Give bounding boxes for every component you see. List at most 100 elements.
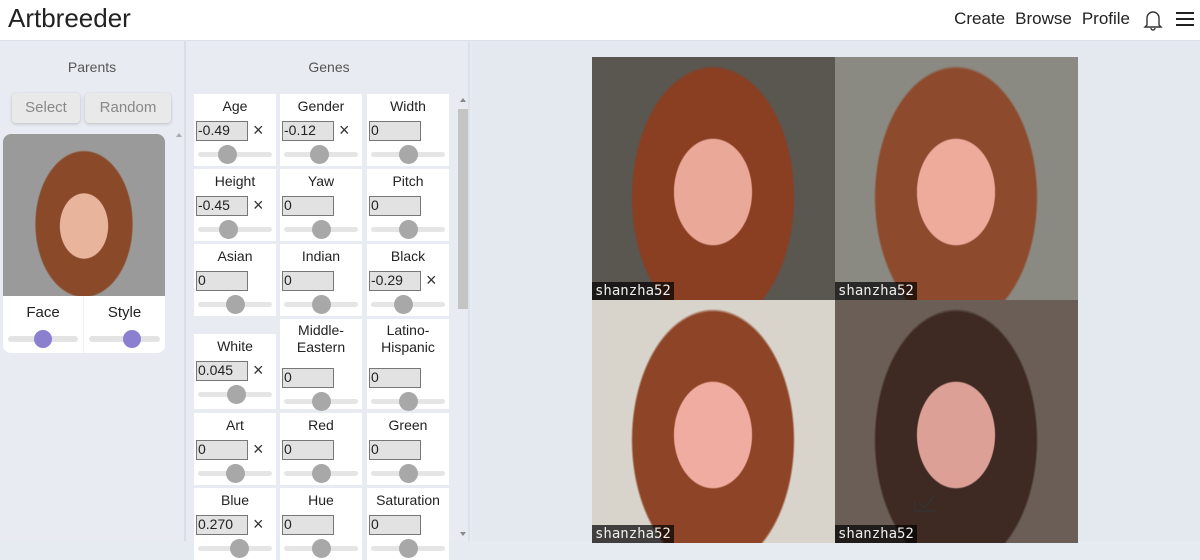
gene-slider[interactable]	[284, 392, 358, 411]
gene-label: Art	[226, 417, 244, 433]
result-image[interactable]: shanzha52	[592, 300, 835, 543]
scroll-up-arrow-icon[interactable]	[175, 132, 183, 138]
scrollbar-thumb[interactable]	[458, 109, 468, 309]
gene-slider[interactable]	[284, 295, 358, 314]
face-slider[interactable]	[8, 330, 78, 348]
nav-profile[interactable]: Profile	[1082, 9, 1130, 29]
gene-value-input[interactable]: 0.045	[196, 361, 248, 381]
gene-slider[interactable]	[371, 220, 445, 239]
gene-value-input[interactable]: -0.12	[282, 121, 334, 141]
scroll-up-arrow-icon[interactable]	[459, 97, 467, 103]
gene-slider-thumb[interactable]	[230, 539, 250, 558]
clear-icon[interactable]: ×	[426, 270, 437, 290]
clear-icon[interactable]: ×	[253, 120, 264, 140]
gene-slider[interactable]	[198, 464, 272, 483]
gene-value-input[interactable]: -0.45	[196, 196, 248, 216]
menu-icon[interactable]	[1176, 11, 1194, 27]
gene-value-input[interactable]: 0	[282, 440, 334, 460]
nav-browse[interactable]: Browse	[1015, 9, 1072, 29]
author-watermark: shanzha52	[835, 282, 917, 300]
style-slider[interactable]	[89, 330, 160, 348]
parent-image[interactable]	[3, 134, 165, 296]
gene-slider[interactable]	[198, 385, 272, 404]
gene-gender: Gender -0.12 ×	[280, 94, 362, 166]
gene-slider[interactable]	[198, 145, 272, 164]
gene-value-input[interactable]: 0	[282, 515, 334, 535]
clear-icon[interactable]: ×	[253, 195, 264, 215]
face-label: Face	[26, 304, 60, 321]
genes-scrollbar[interactable]	[456, 93, 470, 541]
gene-middle-eastern: Middle- Eastern 0	[280, 319, 362, 411]
gene-value-input[interactable]: 0	[282, 368, 334, 388]
gene-slider[interactable]	[284, 539, 358, 558]
gene-value-input[interactable]: 0	[196, 440, 248, 460]
gene-value-input[interactable]: 0	[369, 196, 421, 216]
clear-icon[interactable]: ×	[253, 439, 264, 459]
gene-slider[interactable]	[284, 145, 358, 164]
gene-label: Asian	[217, 248, 253, 264]
gene-saturation: Saturation 0	[367, 488, 449, 560]
gene-value-input[interactable]: 0.270	[196, 515, 248, 535]
clear-icon[interactable]: ×	[253, 360, 264, 380]
scroll-down-arrow-icon[interactable]	[459, 531, 467, 537]
result-image[interactable]: shanzha52	[592, 57, 835, 300]
gene-label: Hue	[308, 492, 334, 508]
gene-value-input[interactable]: 0	[282, 271, 334, 291]
select-button[interactable]: Select	[12, 93, 80, 123]
gene-label: Green	[388, 417, 428, 433]
bell-icon[interactable]	[1143, 9, 1163, 31]
gene-slider[interactable]	[371, 295, 445, 314]
gene-slider-thumb[interactable]	[399, 220, 418, 239]
style-slider-thumb[interactable]	[122, 330, 141, 348]
gene-value-input[interactable]: 0	[282, 196, 334, 216]
gene-slider-thumb[interactable]	[312, 464, 331, 483]
logo[interactable]: Artbreeder	[8, 3, 131, 34]
check-icon[interactable]	[913, 493, 937, 513]
gene-value-input[interactable]: -0.49	[196, 121, 248, 141]
gene-slider[interactable]	[284, 220, 358, 239]
result-image[interactable]: shanzha52	[835, 57, 1078, 300]
gene-value-input[interactable]: -0.29	[369, 271, 421, 291]
gene-slider[interactable]	[371, 464, 445, 483]
gene-slider[interactable]	[198, 539, 272, 558]
gene-slider[interactable]	[371, 392, 445, 411]
nav-create[interactable]: Create	[954, 9, 1005, 29]
gene-blue: Blue 0.270 ×	[194, 488, 276, 560]
gene-slider-thumb[interactable]	[394, 295, 414, 314]
gene-slider-thumb[interactable]	[218, 220, 238, 239]
gene-label: Middle- Eastern	[296, 322, 346, 355]
gene-slider[interactable]	[371, 145, 445, 164]
gene-slider-thumb[interactable]	[226, 464, 245, 483]
gene-value-input[interactable]: 0	[369, 121, 421, 141]
clear-icon[interactable]: ×	[253, 514, 264, 534]
gene-slider-thumb[interactable]	[226, 295, 245, 314]
gene-slider-thumb[interactable]	[312, 392, 331, 411]
gene-slider-thumb[interactable]	[312, 539, 331, 558]
gene-slider-thumb[interactable]	[226, 385, 246, 404]
gene-value-input[interactable]: 0	[369, 368, 421, 388]
gene-slider[interactable]	[198, 295, 272, 314]
result-image[interactable]: shanzha52	[835, 300, 1078, 543]
gene-latino-hispanic: Latino- Hispanic 0	[367, 319, 449, 411]
gene-value-input[interactable]: 0	[369, 440, 421, 460]
gene-value-input[interactable]: 0	[196, 271, 248, 291]
gene-slider-thumb[interactable]	[310, 145, 330, 164]
gene-slider-thumb[interactable]	[399, 464, 418, 483]
gene-label: Age	[222, 98, 248, 114]
random-button[interactable]: Random	[85, 93, 171, 123]
gene-slider[interactable]	[371, 539, 445, 558]
gene-slider-thumb[interactable]	[399, 392, 418, 411]
gene-slider[interactable]	[284, 464, 358, 483]
gene-slider[interactable]	[198, 220, 272, 239]
gene-label: Indian	[301, 248, 341, 264]
gene-slider-thumb[interactable]	[312, 295, 331, 314]
gene-slider-thumb[interactable]	[399, 145, 418, 164]
clear-icon[interactable]: ×	[339, 120, 350, 140]
face-slider-thumb[interactable]	[34, 330, 52, 348]
gene-value-input[interactable]: 0	[369, 515, 421, 535]
gene-slider-thumb[interactable]	[312, 220, 331, 239]
gene-green: Green 0	[367, 413, 449, 485]
gene-slider-thumb[interactable]	[399, 539, 418, 558]
gene-pitch: Pitch 0	[367, 169, 449, 241]
gene-slider-thumb[interactable]	[218, 145, 238, 164]
